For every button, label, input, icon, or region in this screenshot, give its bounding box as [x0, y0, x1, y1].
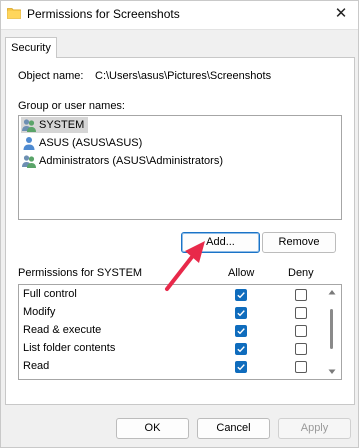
remove-button[interactable]: Remove [262, 232, 336, 253]
list-item[interactable]: ASUS (ASUS\ASUS) [21, 135, 146, 151]
user-icon [23, 137, 35, 150]
cancel-button-label: Cancel [216, 422, 251, 434]
permissions-list[interactable]: Full control Modify Read & execute List … [18, 284, 342, 380]
deny-checkbox[interactable] [295, 343, 307, 355]
deny-checkbox[interactable] [295, 307, 307, 319]
folder-icon [7, 8, 21, 19]
scroll-up-icon[interactable] [328, 289, 336, 295]
check-icon [237, 364, 245, 371]
list-item[interactable]: Administrators (ASUS\Administrators) [21, 153, 227, 169]
user-name: Administrators (ASUS\Administrators) [39, 155, 223, 167]
allow-checkbox[interactable] [235, 289, 247, 301]
check-icon [237, 292, 245, 299]
permissions-label: Permissions for SYSTEM [18, 267, 143, 279]
user-name: ASUS (ASUS\ASUS) [39, 137, 143, 149]
allow-checkbox[interactable] [235, 379, 247, 380]
deny-checkbox[interactable] [295, 361, 307, 373]
close-icon: ✕ [334, 5, 348, 22]
tab-strip: Security [1, 30, 358, 58]
scroll-down-icon[interactable] [328, 369, 336, 375]
allow-checkbox[interactable] [235, 361, 247, 373]
check-icon [237, 328, 245, 335]
permission-name: Read [23, 360, 50, 372]
group-user-list[interactable]: SYSTEM ASUS (ASUS\ASUS) Administrators (… [18, 115, 342, 220]
allow-checkbox[interactable] [235, 343, 247, 355]
tab-security[interactable]: Security [5, 37, 57, 58]
object-name-label: Object name: [18, 70, 84, 82]
check-icon [237, 346, 245, 353]
cancel-button[interactable]: Cancel [197, 418, 270, 439]
window-title: Permissions for Screenshots [27, 7, 180, 21]
scroll-thumb[interactable] [330, 309, 333, 349]
table-row: Full control [19, 286, 319, 304]
table-row: Read [19, 358, 319, 376]
apply-button[interactable]: Apply [278, 418, 351, 439]
permissions-scrollbar[interactable] [325, 285, 339, 379]
deny-header: Deny [288, 267, 314, 279]
user-group-icon [22, 119, 36, 132]
permission-name: List folder contents [23, 342, 116, 354]
table-row: Modify [19, 304, 319, 322]
close-button[interactable]: ✕ [328, 3, 354, 25]
deny-checkbox[interactable] [295, 325, 307, 337]
permission-name: Full control [23, 288, 77, 300]
allow-checkbox[interactable] [235, 325, 247, 337]
title-bar: Permissions for Screenshots ✕ [1, 1, 358, 30]
remove-button-label: Remove [278, 236, 320, 248]
list-item[interactable]: SYSTEM [21, 117, 89, 133]
table-row [19, 376, 319, 380]
ok-button-label: OK [144, 422, 161, 434]
add-button-label: Add... [206, 236, 235, 248]
tab-security-label: Security [11, 42, 51, 54]
permissions-dialog: Permissions for Screenshots ✕ Security O… [0, 0, 359, 448]
user-name: SYSTEM [39, 119, 85, 131]
allow-checkbox[interactable] [235, 307, 247, 319]
deny-checkbox[interactable] [295, 289, 307, 301]
deny-checkbox[interactable] [295, 379, 307, 380]
table-row: List folder contents [19, 340, 319, 358]
permission-name: Modify [23, 306, 56, 318]
ok-button[interactable]: OK [116, 418, 189, 439]
check-icon [237, 310, 245, 317]
user-group-icon [22, 155, 36, 168]
table-row: Read & execute [19, 322, 319, 340]
security-panel: Object name: C:\Users\asus\Pictures\Scre… [5, 57, 355, 405]
add-button[interactable]: Add... [181, 232, 260, 253]
permission-name: Read & execute [23, 324, 102, 336]
object-name-value: C:\Users\asus\Pictures\Screenshots [95, 70, 272, 82]
allow-header: Allow [228, 267, 255, 279]
group-names-label: Group or user names: [18, 100, 125, 112]
apply-button-label: Apply [300, 422, 329, 434]
